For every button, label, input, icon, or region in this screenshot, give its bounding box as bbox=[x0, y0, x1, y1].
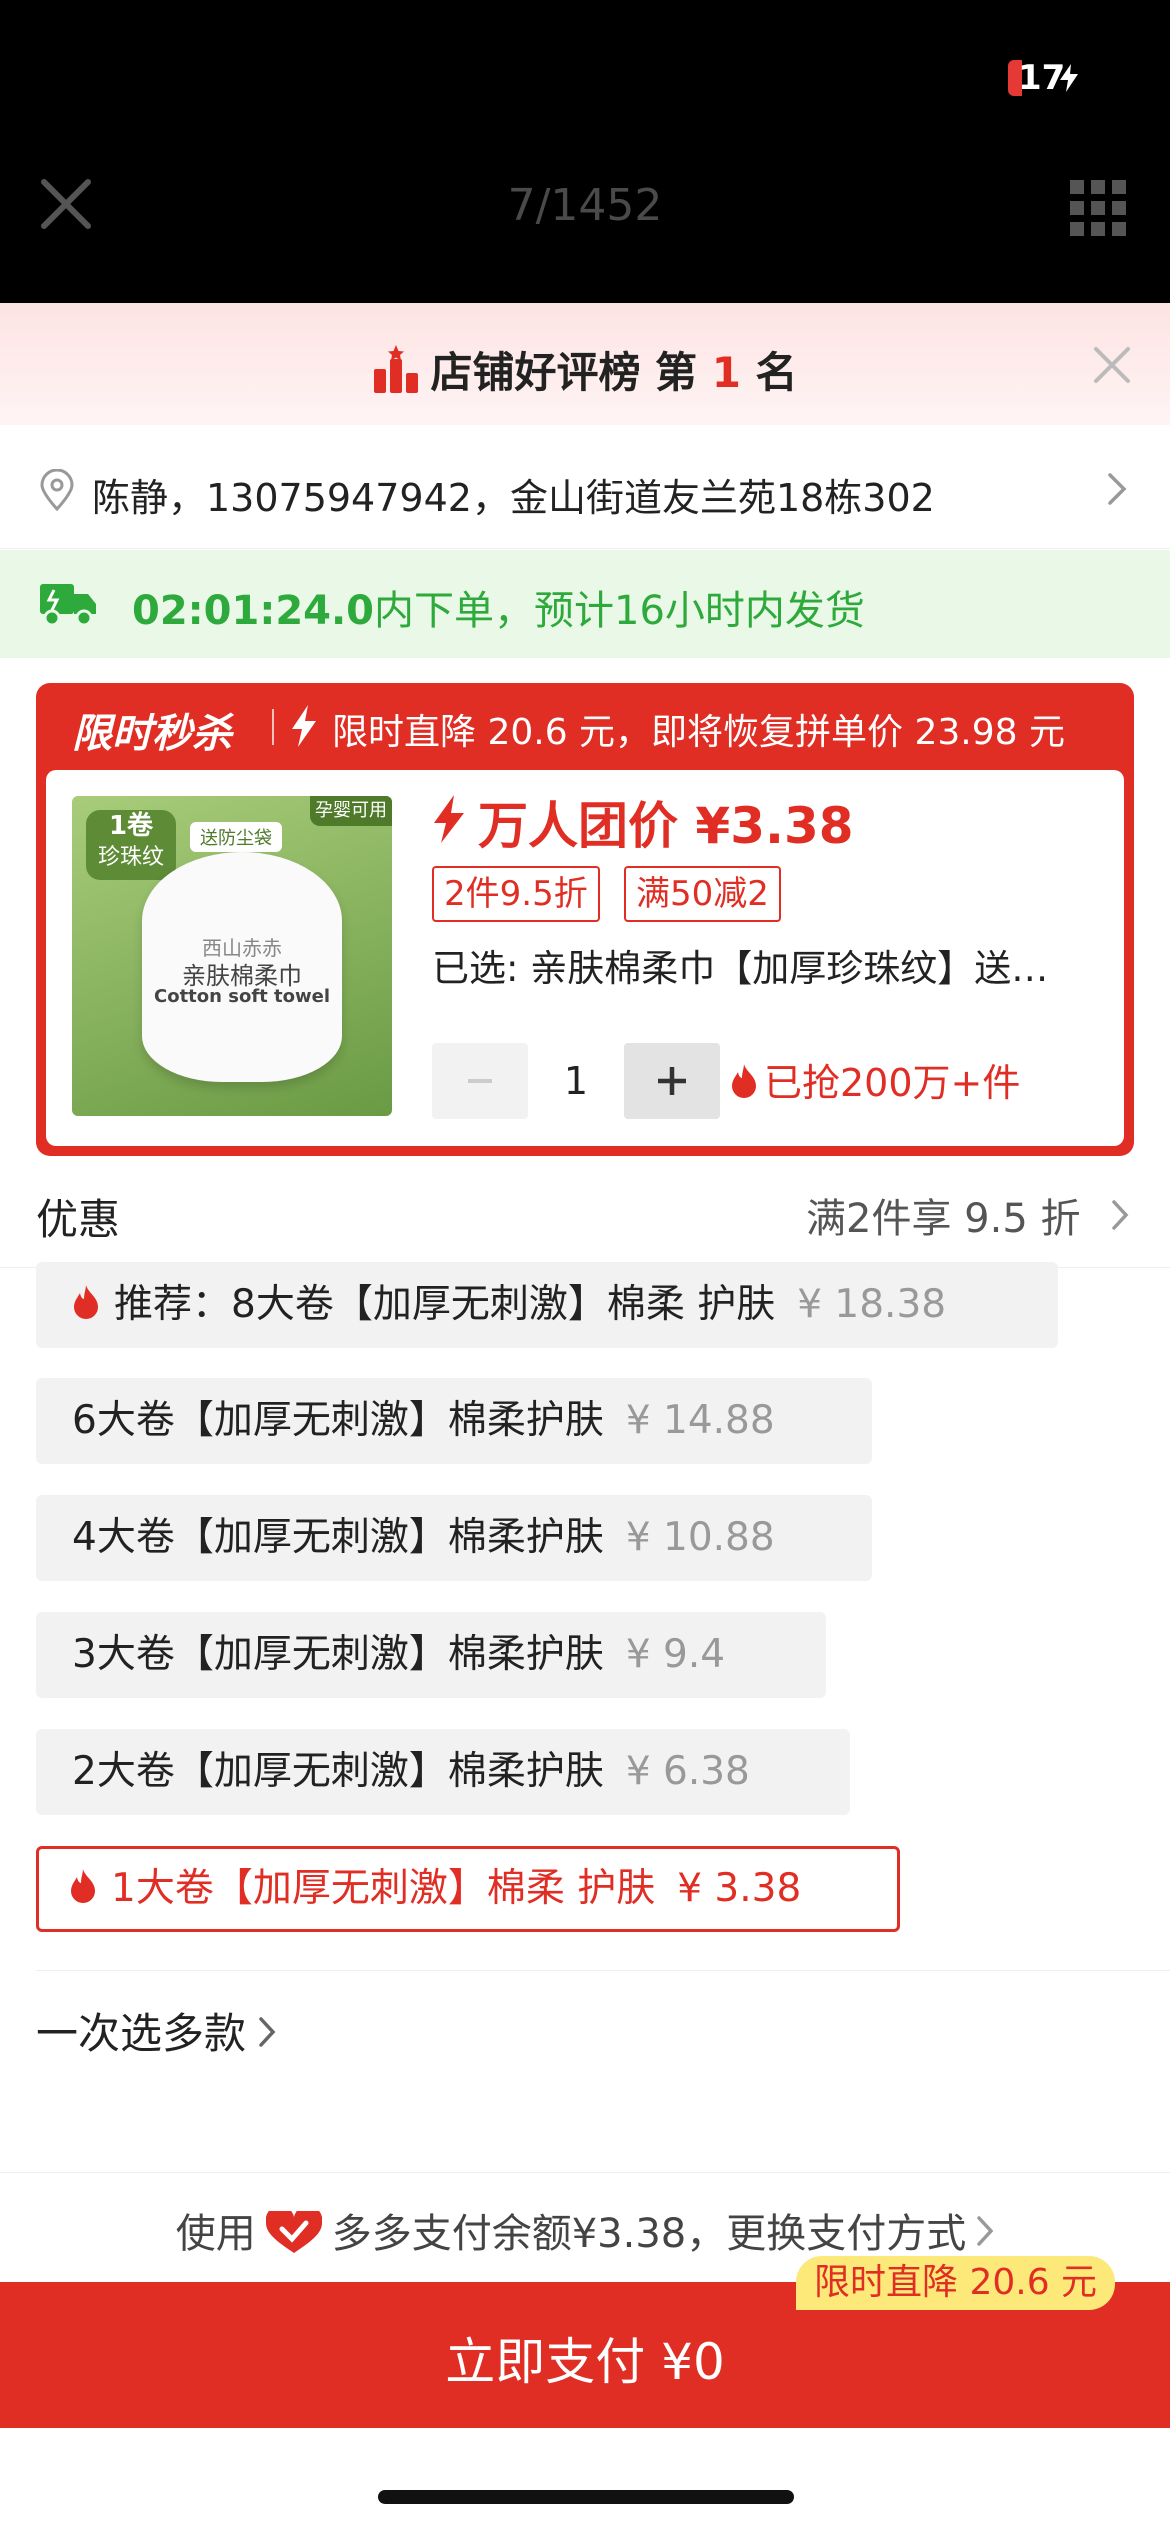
quantity-value[interactable]: 1 bbox=[528, 1043, 624, 1119]
flash-sale-desc: 限时直降 20.6 元，即将恢复拼单价 23.98 元 bbox=[332, 712, 1065, 753]
flash-sale-header: 限时秒杀 限时直降 20.6 元，即将恢复拼单价 23.98 元 bbox=[36, 701, 1134, 757]
charging-icon bbox=[1060, 64, 1078, 92]
sku-price: ¥ 3.38 bbox=[677, 1866, 802, 1911]
duoduo-pay-icon bbox=[265, 2211, 322, 2253]
shop-rank-text: 店铺好评榜 第 1 名 bbox=[0, 339, 1170, 400]
sku-label: 推荐：8大卷【加厚无刺激】棉柔 护肤 bbox=[114, 1282, 776, 1327]
sku-option-4-rolls[interactable]: 4大卷【加厚无刺激】棉柔护肤 ¥ 10.88 bbox=[36, 1495, 872, 1581]
address-text: 陈静，13075947942，金山街道友兰苑18栋302 bbox=[92, 476, 935, 520]
product-bag-illustration: 西山赤赤 亲肤棉柔巾 Cotton soft towel bbox=[142, 852, 342, 1082]
sku-label: 3大卷【加厚无刺激】棉柔护肤 bbox=[72, 1632, 604, 1677]
pay-now-label: 立即支付 ¥0 bbox=[445, 2333, 725, 2391]
sku-label: 1大卷【加厚无刺激】棉柔 护肤 bbox=[111, 1866, 656, 1911]
home-indicator[interactable] bbox=[378, 2490, 794, 2504]
shipping-notice: 02:01:24.0内下单，预计16小时内发货 bbox=[0, 550, 1170, 658]
sold-count: 已抢200万+件 bbox=[730, 1052, 1020, 1107]
rank-number: 1 bbox=[711, 348, 741, 397]
minus-icon bbox=[468, 1079, 492, 1083]
multi-select-link[interactable]: 一次选多款 bbox=[36, 2000, 276, 2061]
sold-count-text: 已抢200万+件 bbox=[764, 1061, 1021, 1105]
chevron-right-icon bbox=[1112, 1200, 1129, 1230]
battery-level: 17 bbox=[1018, 58, 1066, 98]
rank-prefix: 店铺好评榜 第 bbox=[430, 348, 712, 397]
payment-method-label: 多多支付余额¥3.38，更换支付方式 bbox=[331, 2211, 967, 2257]
shipping-countdown: 02:01:24.0 bbox=[132, 588, 375, 634]
chevron-right-icon bbox=[1108, 473, 1127, 505]
delivery-truck-icon bbox=[40, 584, 96, 626]
shipping-text: 02:01:24.0内下单，预计16小时内发货 bbox=[132, 578, 865, 636]
image-counter: 7/1452 bbox=[507, 180, 663, 231]
sku-label: 6大卷【加厚无刺激】棉柔护肤 bbox=[72, 1398, 604, 1443]
sku-option-3-rolls[interactable]: 3大卷【加厚无刺激】棉柔护肤 ¥ 9.4 bbox=[36, 1612, 826, 1698]
image-corner-tag: 孕婴可用 bbox=[310, 796, 392, 826]
location-pin-icon bbox=[40, 469, 74, 511]
image-badge-bottom: 珍珠纹 bbox=[97, 845, 164, 870]
plus-icon bbox=[658, 1067, 686, 1095]
sku-option-1-roll-selected[interactable]: 1大卷【加厚无刺激】棉柔 护肤 ¥ 3.38 bbox=[36, 1846, 900, 1932]
rank-suffix: 名 bbox=[740, 348, 798, 397]
sku-price: ¥ 10.88 bbox=[625, 1515, 775, 1560]
banner-close-icon[interactable] bbox=[1092, 345, 1132, 385]
bag-english: Cotton soft towel bbox=[154, 986, 330, 1007]
sku-option-6-rolls[interactable]: 6大卷【加厚无刺激】棉柔护肤 ¥ 14.88 bbox=[36, 1378, 872, 1464]
image-badge: 1卷 珍珠纹 bbox=[86, 810, 176, 880]
quantity-increase-button[interactable] bbox=[624, 1043, 720, 1119]
quantity-decrease-button[interactable] bbox=[432, 1043, 528, 1119]
sku-label: 2大卷【加厚无刺激】棉柔护肤 bbox=[72, 1749, 604, 1794]
group-price: 万人团价 ¥3.38 bbox=[478, 797, 854, 855]
fire-icon bbox=[71, 1869, 95, 1903]
fire-icon bbox=[732, 1064, 756, 1098]
price-drop-badge: 限时直降 20.6 元 bbox=[796, 2256, 1116, 2310]
selected-variant: 已选: 亲肤棉柔巾【加厚珍珠纹】送… bbox=[432, 947, 1049, 990]
top-bar bbox=[0, 0, 1170, 303]
shop-rank-banner: 店铺好评榜 第 1 名 bbox=[0, 303, 1170, 425]
discount-label: 优惠 bbox=[36, 1195, 121, 1244]
address-row[interactable]: 陈静，13075947942，金山街道友兰苑18栋302 bbox=[0, 425, 1170, 549]
fire-icon bbox=[74, 1285, 98, 1319]
promo-tag-discount: 2件9.5折 bbox=[432, 866, 600, 922]
image-dust-tag: 送防尘袋 bbox=[190, 822, 282, 852]
sku-option-8-rolls[interactable]: 推荐：8大卷【加厚无刺激】棉柔 护肤 ¥ 18.38 bbox=[36, 1262, 1058, 1348]
lightning-icon bbox=[292, 705, 316, 747]
discount-row[interactable]: 优惠 满2件享 9.5 折 bbox=[0, 1164, 1170, 1268]
flash-sale-divider bbox=[272, 709, 274, 745]
sku-price: ¥ 9.4 bbox=[625, 1632, 726, 1677]
promo-tag-coupon: 满50减2 bbox=[624, 866, 781, 922]
shipping-desc: 内下单，预计16小时内发货 bbox=[374, 588, 865, 634]
grid-icon[interactable] bbox=[1070, 180, 1126, 236]
sku-option-2-rolls[interactable]: 2大卷【加厚无刺激】棉柔护肤 ¥ 6.38 bbox=[36, 1729, 850, 1815]
payment-method-text: 使用 多多支付余额¥3.38，更换支付方式 bbox=[0, 2201, 1170, 2259]
sku-price: ¥ 6.38 bbox=[625, 1749, 750, 1794]
ranking-icon bbox=[374, 345, 419, 393]
chevron-right-icon bbox=[977, 2216, 994, 2246]
section-divider bbox=[36, 1970, 1170, 1971]
product-image[interactable]: 1卷 珍珠纹 孕婴可用 送防尘袋 西山赤赤 亲肤棉柔巾 Cotton soft … bbox=[72, 796, 392, 1116]
sku-price: ¥ 18.38 bbox=[797, 1282, 947, 1327]
sku-label: 4大卷【加厚无刺激】棉柔护肤 bbox=[72, 1515, 604, 1560]
chevron-right-icon bbox=[259, 2017, 276, 2047]
group-lightning-icon bbox=[434, 795, 464, 843]
sku-price: ¥ 14.88 bbox=[625, 1398, 775, 1443]
multi-select-label: 一次选多款 bbox=[36, 2009, 247, 2058]
payment-use-label: 使用 bbox=[175, 2211, 256, 2257]
battery-indicator: 17 bbox=[1008, 58, 1078, 98]
image-badge-top: 1卷 bbox=[108, 811, 154, 841]
discount-value: 满2件享 9.5 折 bbox=[806, 1196, 1081, 1242]
flash-sale-title: 限时秒杀 bbox=[72, 711, 232, 757]
